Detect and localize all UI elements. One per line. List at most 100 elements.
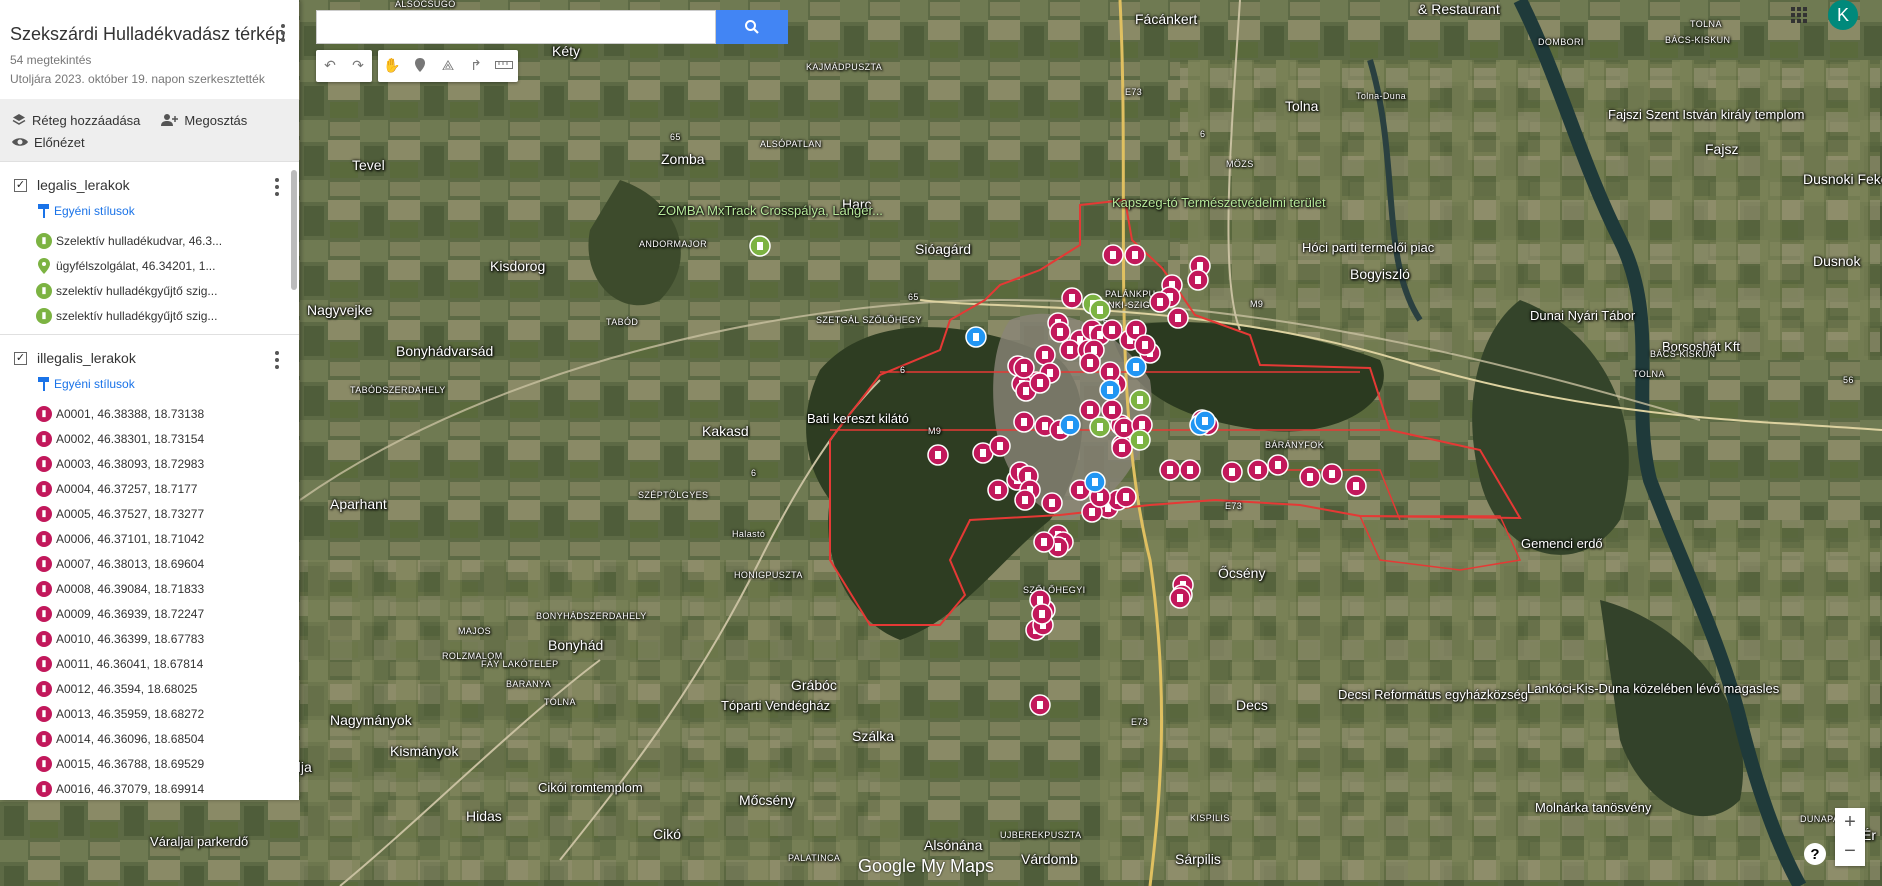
- trash-icon: ▮: [36, 530, 52, 547]
- map-label: KAJMÁDPUSZTA: [806, 62, 883, 72]
- map-label: Fajszi Szent István király templom: [1608, 107, 1805, 122]
- map-label: Kéty: [552, 43, 581, 59]
- map-label: Bati kereszt kilátó: [807, 411, 909, 426]
- map-title[interactable]: Szekszárdi Hulladékvadász térkép: [10, 24, 289, 45]
- paint-roller-icon: [38, 204, 49, 219]
- list-item[interactable]: ▮ A0011, 46.36041, 18.67814: [0, 651, 299, 676]
- map-label: 6: [1200, 129, 1206, 139]
- map-label: 6: [900, 365, 906, 375]
- map-label: Tolna-Duna: [1356, 91, 1407, 101]
- map-label: Őcsény: [1218, 565, 1266, 581]
- apps-grid-icon[interactable]: [1790, 6, 1808, 29]
- list-item[interactable]: ▮ szelektív hulladékgyűjtő szig...: [0, 303, 299, 328]
- trash-icon: ▮: [36, 430, 52, 447]
- map-label: ZOMBA MxTrack Crosspálya, Langer...: [658, 203, 883, 218]
- list-item[interactable]: ▮ A0005, 46.37527, 18.73277: [0, 501, 299, 526]
- map-label: Várdomb: [1021, 851, 1078, 867]
- add-layer-button[interactable]: Réteg hozzáadása: [12, 113, 140, 128]
- layer-options-icon[interactable]: [275, 178, 279, 199]
- map-label: MAJOS: [458, 626, 492, 636]
- search-input[interactable]: [316, 10, 716, 44]
- search-button[interactable]: [716, 10, 788, 44]
- map-label: TOLNA: [1633, 369, 1665, 379]
- map-legend-panel: Szekszárdi Hulladékvadász térkép 54 megt…: [0, 0, 299, 800]
- list-item[interactable]: ▮ Szelektív hulladékudvar, 46.3...: [0, 228, 299, 253]
- ruler-icon[interactable]: [490, 50, 518, 80]
- trash-icon: ▮: [36, 680, 52, 697]
- preview-button[interactable]: Előnézet: [12, 135, 85, 150]
- map-label: 6: [751, 468, 757, 478]
- share-button[interactable]: Megosztás: [160, 113, 247, 128]
- avatar[interactable]: K: [1828, 0, 1858, 30]
- zoom-in-button[interactable]: +: [1835, 808, 1865, 837]
- map-label: Kisdorog: [490, 258, 546, 274]
- hand-icon[interactable]: ✋: [378, 50, 406, 80]
- layer-checkbox[interactable]: ✓: [14, 351, 27, 365]
- trash-icon: ▮: [36, 605, 52, 622]
- map-label: Bonyhád: [548, 637, 604, 653]
- list-item[interactable]: ▮ A0015, 46.36788, 18.69529: [0, 751, 299, 776]
- draw-line-icon[interactable]: ⟁: [434, 50, 462, 80]
- custom-style-link[interactable]: Egyéni stílusok: [0, 375, 299, 393]
- map-label: Kapszeg-tó Természetvédelmi terület: [1112, 195, 1326, 210]
- directions-icon[interactable]: ↱: [462, 50, 490, 80]
- list-item[interactable]: ▮ A0013, 46.35959, 18.68272: [0, 701, 299, 726]
- paint-roller-icon: [38, 377, 49, 392]
- list-item[interactable]: ▮ A0014, 46.36096, 18.68504: [0, 726, 299, 751]
- panel-scrollbar[interactable]: [291, 170, 297, 290]
- map-label: ALSÓPATLAN: [760, 139, 822, 149]
- undo-icon[interactable]: ↶: [316, 50, 344, 80]
- map-label: Bonyhádvarsád: [396, 343, 494, 359]
- layer-illegalis: ✓ illegalis_lerakok Egyéni stílusok ▮ A00…: [0, 334, 299, 800]
- zoom-out-button[interactable]: −: [1835, 837, 1865, 866]
- trash-icon: ▮: [36, 455, 52, 472]
- map-label: PALÁNKPU: [1105, 289, 1156, 299]
- add-person-icon: [161, 114, 179, 127]
- map-label: Fajsz: [1705, 141, 1739, 157]
- map-label: BÁCS-KISKUN: [1665, 35, 1731, 45]
- map-label: Zomba: [661, 151, 705, 167]
- map-label: E73: [1131, 717, 1149, 727]
- map-label: Molnárka tanösvény: [1535, 800, 1652, 815]
- map-toolbar: ↶ ↷ ✋ ⟁ ↱: [316, 50, 524, 82]
- map-label: Lankóci-Kis-Duna közelében lévő magasles: [1527, 681, 1780, 696]
- list-item[interactable]: ▮ A0016, 46.37079, 18.69914: [0, 776, 299, 800]
- list-item[interactable]: ▮ A0007, 46.38013, 18.69604: [0, 551, 299, 576]
- map-label: M9: [1250, 299, 1264, 309]
- map-label: E73: [1125, 87, 1143, 97]
- map-label: BONYHÁDSZERDAHELY: [536, 611, 647, 621]
- map-label: BÁCS-KISKUN: [1650, 349, 1716, 359]
- list-item[interactable]: ▮ A0012, 46.3594, 18.68025: [0, 676, 299, 701]
- list-item[interactable]: ▮ A0010, 46.36399, 18.67783: [0, 626, 299, 651]
- trash-icon: ▮: [36, 555, 52, 572]
- list-item[interactable]: ▮ A0003, 46.38093, 18.72983: [0, 451, 299, 476]
- last-edited: Utoljára 2023. október 19. napon szerkes…: [10, 72, 265, 87]
- bin-icon: ▮: [36, 232, 52, 249]
- custom-style-link[interactable]: Egyéni stílusok: [0, 202, 299, 220]
- map-label: TOLNA: [1690, 19, 1722, 29]
- map-label: Gemenci erdő: [1521, 536, 1603, 551]
- list-item[interactable]: ▮ A0006, 46.37101, 18.71042: [0, 526, 299, 551]
- map-label: Hóci parti termelői piac: [1302, 240, 1435, 255]
- redo-icon[interactable]: ↷: [344, 50, 372, 80]
- layer-name[interactable]: legalis_lerakok: [37, 177, 130, 193]
- bin-icon: ▮: [36, 282, 52, 299]
- list-item[interactable]: ▮ A0009, 46.36939, 18.72247: [0, 601, 299, 626]
- marker-icon[interactable]: [406, 50, 434, 80]
- list-item[interactable]: ▮ szelektív hulladékgyűjtő szig...: [0, 278, 299, 303]
- list-item[interactable]: ▮ A0008, 46.39084, 18.71833: [0, 576, 299, 601]
- map-label: Alsónána: [924, 837, 983, 853]
- eye-icon: [12, 138, 28, 147]
- map-label: Dusnoki Feke: [1803, 171, 1882, 187]
- layer-name[interactable]: illegalis_lerakok: [37, 350, 136, 366]
- list-item[interactable]: ▮ A0002, 46.38301, 18.73154: [0, 426, 299, 451]
- more-options-icon[interactable]: [281, 24, 285, 45]
- help-button[interactable]: ?: [1804, 843, 1826, 865]
- list-item[interactable]: ügyfélszolgálat, 46.34201, 1...: [0, 253, 299, 278]
- map-label: Dunai Nyári Tábor: [1530, 308, 1636, 323]
- list-item[interactable]: ▮ A0001, 46.38388, 18.73138: [0, 401, 299, 426]
- layer-options-icon[interactable]: [275, 351, 279, 372]
- list-item[interactable]: ▮ A0004, 46.37257, 18.7177: [0, 476, 299, 501]
- preview-label: Előnézet: [34, 134, 85, 150]
- layer-checkbox[interactable]: ✓: [14, 178, 27, 192]
